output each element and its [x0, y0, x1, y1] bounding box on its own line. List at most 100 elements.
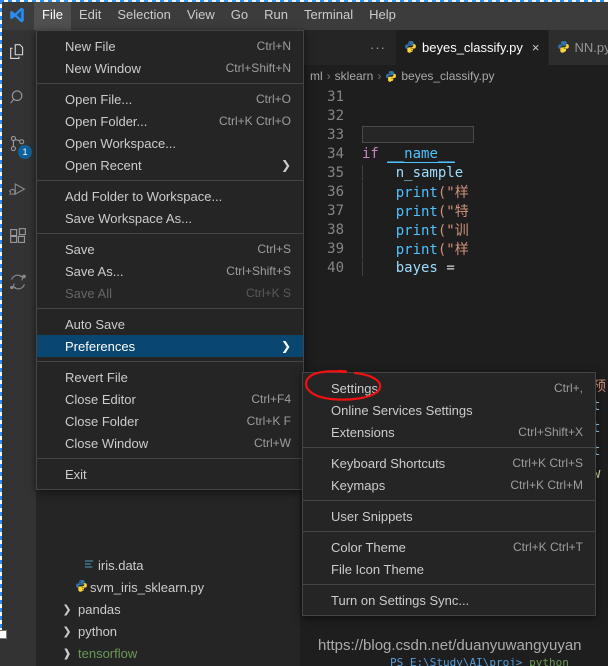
- line-number: 31: [327, 88, 344, 105]
- menu-item-save[interactable]: Save Ctrl+S: [37, 238, 303, 260]
- activity-item-explorer[interactable]: [0, 30, 36, 76]
- menu-item-user-snippets[interactable]: User Snippets: [303, 505, 595, 527]
- watermark-url: https://blog.csdn.net/duanyuwangyuyan: [318, 637, 582, 654]
- menu-item-color-theme[interactable]: Color Theme Ctrl+K Ctrl+T: [303, 536, 595, 558]
- close-icon[interactable]: ×: [532, 40, 540, 55]
- menu-item-label: Keymaps: [331, 477, 386, 493]
- chevron-right-icon: ❯: [280, 339, 291, 353]
- menu-separator: [303, 500, 595, 501]
- selection-highlight-box: [362, 126, 474, 143]
- menu-item-shortcut: Ctrl+S: [257, 242, 291, 256]
- menubar-item-edit[interactable]: Edit: [71, 0, 109, 30]
- title-menu-bar: File Edit Selection View Go Run Terminal…: [0, 0, 608, 30]
- menu-item-shortcut: Ctrl+,: [553, 381, 583, 395]
- menu-item-online-services-settings[interactable]: Online Services Settings: [303, 399, 595, 421]
- tree-item-tensorflow[interactable]: ❱ tensorflow: [36, 642, 300, 664]
- line-number: 40: [327, 259, 344, 276]
- line-number: 32: [327, 107, 344, 124]
- menubar-item-terminal[interactable]: Terminal: [296, 0, 361, 30]
- menu-item-open-file[interactable]: Open File... Ctrl+O: [37, 88, 303, 110]
- breadcrumb: ml › sklearn › beyes_classify.py: [300, 65, 608, 87]
- more-actions-icon[interactable]: ···: [370, 40, 386, 55]
- tree-item-svm-iris-sklearn[interactable]: svm_iris_sklearn.py: [36, 576, 300, 598]
- menubar-item-run[interactable]: Run: [256, 0, 296, 30]
- file-tree: iris.data svm_iris_sklearn.py ❯ pandas ❯…: [36, 554, 300, 666]
- menu-item-label: Extensions: [331, 424, 395, 440]
- activity-item-sync-diff[interactable]: [0, 260, 36, 306]
- menu-item-settings[interactable]: Settings Ctrl+,: [303, 377, 595, 399]
- menu-item-label: Open Recent: [65, 157, 142, 173]
- menu-item-open-folder[interactable]: Open Folder... Ctrl+K Ctrl+O: [37, 110, 303, 132]
- menu-item-open-workspace[interactable]: Open Workspace...: [37, 132, 303, 154]
- indent-guide: [362, 200, 363, 221]
- editor-tab-beyes-classify[interactable]: beyes_classify.py ×: [396, 30, 549, 65]
- menu-separator: [37, 233, 303, 234]
- chevron-right-icon: ›: [377, 69, 382, 83]
- menu-item-shortcut: Ctrl+K Ctrl+S: [512, 456, 583, 470]
- activity-item-search[interactable]: [0, 76, 36, 122]
- chevron-right-icon: ❯: [280, 158, 291, 172]
- activity-item-source-control[interactable]: 1: [0, 122, 36, 168]
- menu-item-new-file[interactable]: New File Ctrl+N: [37, 35, 303, 57]
- menu-item-label: Save: [65, 241, 95, 257]
- editor-tab-nn[interactable]: NN.py: [548, 30, 608, 65]
- menu-separator: [303, 584, 595, 585]
- menu-item-label: Open File...: [65, 91, 133, 107]
- code-line: 38 print("训: [300, 219, 608, 240]
- menu-item-label: User Snippets: [331, 508, 413, 524]
- menu-item-label: Exit: [65, 466, 87, 482]
- menu-item-auto-save[interactable]: Auto Save: [37, 313, 303, 335]
- menu-item-shortcut: Ctrl+Shift+S: [226, 264, 291, 278]
- menu-item-close-folder[interactable]: Close Folder Ctrl+K F: [37, 410, 303, 432]
- menu-item-open-recent[interactable]: Open Recent ❯: [37, 154, 303, 176]
- activity-item-run-debug[interactable]: [0, 168, 36, 214]
- menu-item-save-as[interactable]: Save As... Ctrl+Shift+S: [37, 260, 303, 282]
- menu-item-label: Turn on Settings Sync...: [331, 592, 470, 608]
- menu-item-close-window[interactable]: Close Window Ctrl+W: [37, 432, 303, 454]
- editor-tab-bar: ··· beyes_classify.py × NN.py: [300, 30, 608, 65]
- selection-handle[interactable]: [0, 630, 7, 639]
- menu-item-close-editor[interactable]: Close Editor Ctrl+F4: [37, 388, 303, 410]
- breadcrumb-item-ml[interactable]: ml: [310, 69, 323, 83]
- line-number: 38: [327, 221, 344, 238]
- token-if: if: [362, 145, 379, 162]
- tree-item-label: iris.data: [98, 557, 144, 573]
- tree-item-pandas[interactable]: ❯ pandas: [36, 598, 300, 620]
- menu-item-keymaps[interactable]: Keymaps Ctrl+K Ctrl+M: [303, 474, 595, 496]
- activity-item-extensions[interactable]: [0, 214, 36, 260]
- menubar-item-view[interactable]: View: [179, 0, 223, 30]
- menu-item-save-all: Save All Ctrl+K S: [37, 282, 303, 304]
- menubar-item-selection[interactable]: Selection: [109, 0, 178, 30]
- menu-separator: [37, 180, 303, 181]
- menu-item-turn-on-settings-sync[interactable]: Turn on Settings Sync...: [303, 589, 595, 611]
- indent-guide: [362, 259, 363, 276]
- breadcrumb-item-sklearn[interactable]: sklearn: [335, 69, 374, 83]
- menu-item-extensions[interactable]: Extensions Ctrl+Shift+X: [303, 421, 595, 443]
- menubar-item-help[interactable]: Help: [361, 0, 404, 30]
- menu-item-shortcut: Ctrl+K F: [246, 414, 291, 428]
- extensions-icon: [7, 225, 29, 250]
- line-number: 34: [327, 145, 344, 162]
- menu-item-shortcut: Ctrl+N: [256, 39, 291, 53]
- chevron-right-icon: ›: [326, 69, 331, 83]
- python-file-icon: [404, 40, 417, 56]
- menu-item-new-window[interactable]: New Window Ctrl+Shift+N: [37, 57, 303, 79]
- tree-item-iris-data[interactable]: iris.data: [36, 554, 300, 576]
- code-line: 40 bayes =: [300, 258, 608, 277]
- menu-item-keyboard-shortcuts[interactable]: Keyboard Shortcuts Ctrl+K Ctrl+S: [303, 452, 595, 474]
- preferences-submenu: Settings Ctrl+, Online Services Settings…: [302, 372, 596, 616]
- menu-item-preferences[interactable]: Preferences ❯: [37, 335, 303, 357]
- menu-item-label: Close Window: [65, 435, 149, 451]
- token-open-str: (": [437, 222, 455, 239]
- menu-item-exit[interactable]: Exit: [37, 463, 303, 485]
- menu-item-add-folder-to-workspace[interactable]: Add Folder to Workspace...: [37, 185, 303, 207]
- menubar-item-file[interactable]: File: [34, 0, 71, 30]
- menubar-item-go[interactable]: Go: [223, 0, 256, 30]
- menu-item-save-workspace-as[interactable]: Save Workspace As...: [37, 207, 303, 229]
- menu-item-revert-file[interactable]: Revert File: [37, 366, 303, 388]
- breadcrumb-item-file[interactable]: beyes_classify.py: [401, 69, 494, 83]
- tree-item-python[interactable]: ❯ python: [36, 620, 300, 642]
- run-and-debug-icon: [7, 179, 29, 204]
- menu-item-label: Keyboard Shortcuts: [331, 455, 446, 471]
- menu-item-file-icon-theme[interactable]: File Icon Theme: [303, 558, 595, 580]
